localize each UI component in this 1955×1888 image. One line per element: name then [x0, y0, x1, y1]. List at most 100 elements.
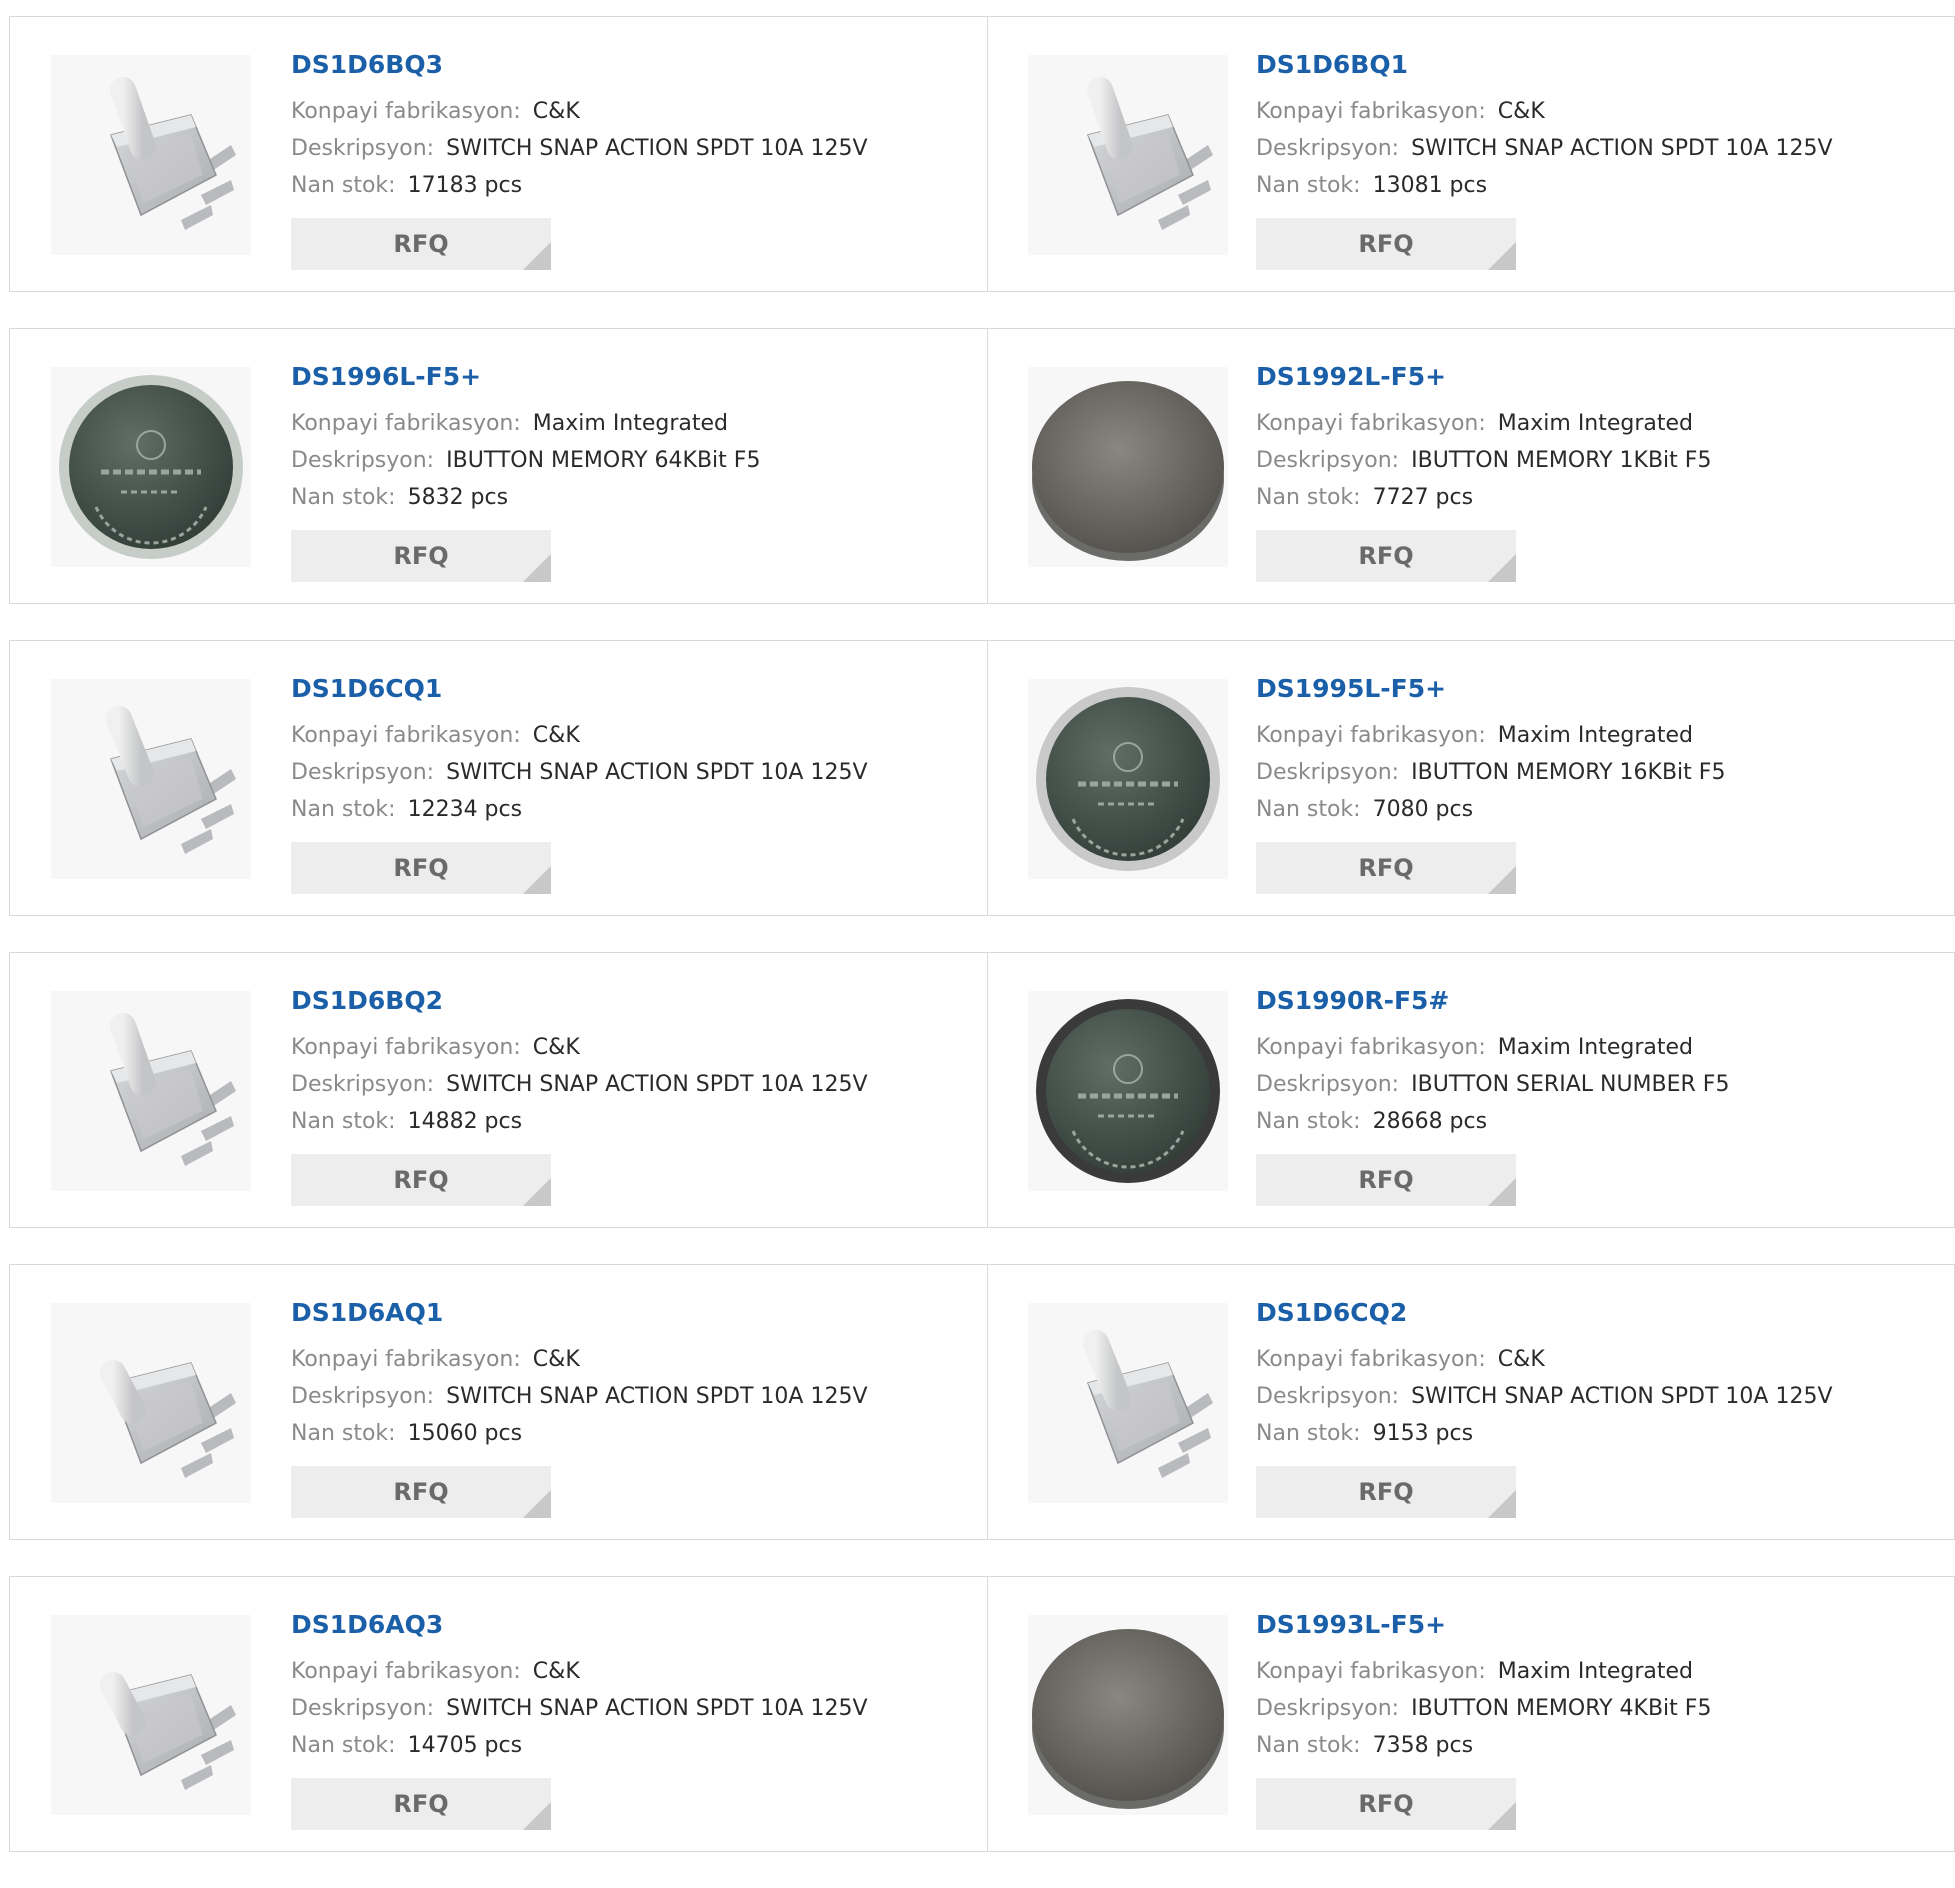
description-label: Deskripsyon:	[1256, 136, 1400, 161]
manufacturer-line: Konpayi fabrikasyon: C&K	[291, 1029, 868, 1066]
part-number-link[interactable]: DS1993L-F5+	[1256, 1607, 1711, 1643]
product-image[interactable]	[1028, 367, 1228, 567]
description-value: SWITCH SNAP ACTION SPDT 10A 125V	[446, 136, 868, 161]
stock-value: 14882 pcs	[407, 1109, 523, 1134]
stock-line: Nan stok: 15060 pcs	[291, 1415, 868, 1452]
manufacturer-value: C&K	[532, 1035, 580, 1060]
product-image[interactable]	[51, 679, 251, 879]
rfq-button[interactable]: RFQ	[1256, 218, 1516, 270]
stock-line: Nan stok: 13081 pcs	[1256, 167, 1833, 204]
description-label: Deskripsyon:	[291, 448, 435, 473]
rfq-label: RFQ	[1358, 542, 1414, 570]
rfq-label: RFQ	[393, 1790, 449, 1818]
manufacturer-value: C&K	[532, 1347, 580, 1372]
manufacturer-line: Konpayi fabrikasyon: Maxim Integrated	[1256, 717, 1725, 754]
manufacturer-label: Konpayi fabrikasyon:	[291, 411, 521, 436]
stock-line: Nan stok: 5832 pcs	[291, 479, 760, 516]
part-number-link[interactable]: DS1996L-F5+	[291, 359, 760, 395]
stock-value: 9153 pcs	[1372, 1421, 1474, 1446]
stock-value: 7727 pcs	[1372, 485, 1474, 510]
rfq-button[interactable]: RFQ	[1256, 1466, 1516, 1518]
product-info: DS1990R-F5# Konpayi fabrikasyon: Maxim In…	[1256, 983, 1729, 1140]
manufacturer-value: C&K	[532, 723, 580, 748]
rfq-label: RFQ	[393, 1166, 449, 1194]
part-number-link[interactable]: DS1992L-F5+	[1256, 359, 1711, 395]
rfq-button[interactable]: RFQ	[1256, 530, 1516, 582]
part-number-link[interactable]: DS1990R-F5#	[1256, 983, 1729, 1019]
description-line: Deskripsyon: SWITCH SNAP ACTION SPDT 10A …	[291, 130, 868, 167]
stock-label: Nan stok:	[291, 1109, 396, 1134]
part-number-link[interactable]: DS1D6CQ1	[291, 671, 868, 707]
manufacturer-line: Konpayi fabrikasyon: C&K	[1256, 1341, 1833, 1378]
part-number-link[interactable]: DS1D6BQ3	[291, 47, 868, 83]
product-info: DS1D6BQ1 Konpayi fabrikasyon: C&K Deskrip…	[1256, 47, 1833, 204]
product-image[interactable]	[1028, 1615, 1228, 1815]
rfq-label: RFQ	[393, 1478, 449, 1506]
product-info: DS1D6CQ1 Konpayi fabrikasyon: C&K Deskrip…	[291, 671, 868, 828]
stock-label: Nan stok:	[291, 485, 396, 510]
rfq-button[interactable]: RFQ	[1256, 1154, 1516, 1206]
description-label: Deskripsyon:	[1256, 760, 1400, 785]
manufacturer-value: Maxim Integrated	[1497, 723, 1694, 748]
rfq-button[interactable]: RFQ	[291, 1778, 551, 1830]
part-number-link[interactable]: DS1D6AQ3	[291, 1607, 868, 1643]
product-row: DS1D6AQ3 Konpayi fabrikasyon: C&K Deskrip…	[9, 1576, 1955, 1852]
product-image[interactable]	[51, 1303, 251, 1503]
manufacturer-value: C&K	[1497, 1347, 1545, 1372]
corner-triangle-icon	[1488, 1490, 1516, 1518]
stock-line: Nan stok: 14882 pcs	[291, 1103, 868, 1140]
description-value: SWITCH SNAP ACTION SPDT 10A 125V	[1411, 136, 1833, 161]
part-number-link[interactable]: DS1995L-F5+	[1256, 671, 1725, 707]
product-card: DS1996L-F5+ Konpayi fabrikasyon: Maxim In…	[9, 328, 988, 604]
rfq-button[interactable]: RFQ	[291, 1154, 551, 1206]
description-value: SWITCH SNAP ACTION SPDT 10A 125V	[1411, 1384, 1833, 1409]
product-row: DS1D6BQ3 Konpayi fabrikasyon: C&K Deskrip…	[9, 16, 1955, 292]
rfq-button[interactable]: RFQ	[1256, 1778, 1516, 1830]
corner-triangle-icon	[1488, 1178, 1516, 1206]
rfq-button[interactable]: RFQ	[291, 842, 551, 894]
description-line: Deskripsyon: SWITCH SNAP ACTION SPDT 10A …	[291, 1690, 868, 1727]
part-number-link[interactable]: DS1D6BQ1	[1256, 47, 1833, 83]
product-image[interactable]	[51, 1615, 251, 1815]
manufacturer-label: Konpayi fabrikasyon:	[291, 723, 521, 748]
manufacturer-line: Konpayi fabrikasyon: Maxim Integrated	[291, 405, 760, 442]
stock-label: Nan stok:	[1256, 1421, 1361, 1446]
rfq-label: RFQ	[1358, 854, 1414, 882]
product-card: DS1D6BQ3 Konpayi fabrikasyon: C&K Deskrip…	[9, 16, 988, 292]
description-line: Deskripsyon: IBUTTON MEMORY 4KBit F5	[1256, 1690, 1711, 1727]
product-image[interactable]	[51, 991, 251, 1191]
description-line: Deskripsyon: IBUTTON MEMORY 16KBit F5	[1256, 754, 1725, 791]
stock-label: Nan stok:	[291, 1421, 396, 1446]
stock-label: Nan stok:	[1256, 797, 1361, 822]
part-number-link[interactable]: DS1D6AQ1	[291, 1295, 868, 1331]
description-line: Deskripsyon: SWITCH SNAP ACTION SPDT 10A …	[1256, 130, 1833, 167]
corner-triangle-icon	[523, 242, 551, 270]
manufacturer-label: Konpayi fabrikasyon:	[291, 1347, 521, 1372]
description-label: Deskripsyon:	[1256, 1696, 1400, 1721]
part-number-link[interactable]: DS1D6BQ2	[291, 983, 868, 1019]
manufacturer-label: Konpayi fabrikasyon:	[1256, 1347, 1486, 1372]
manufacturer-value: Maxim Integrated	[1497, 1035, 1694, 1060]
product-image[interactable]	[51, 55, 251, 255]
part-number-link[interactable]: DS1D6CQ2	[1256, 1295, 1833, 1331]
product-row: DS1D6BQ2 Konpayi fabrikasyon: C&K Deskrip…	[9, 952, 1955, 1228]
description-label: Deskripsyon:	[291, 1072, 435, 1097]
rfq-button[interactable]: RFQ	[1256, 842, 1516, 894]
product-image[interactable]	[1028, 1303, 1228, 1503]
manufacturer-value: C&K	[532, 1659, 580, 1684]
rfq-button[interactable]: RFQ	[291, 1466, 551, 1518]
product-image[interactable]	[51, 367, 251, 567]
product-image[interactable]	[1028, 679, 1228, 879]
manufacturer-line: Konpayi fabrikasyon: C&K	[291, 93, 868, 130]
rfq-button[interactable]: RFQ	[291, 530, 551, 582]
stock-label: Nan stok:	[291, 173, 396, 198]
stock-value: 7358 pcs	[1372, 1733, 1474, 1758]
rfq-button[interactable]: RFQ	[291, 218, 551, 270]
product-image[interactable]	[1028, 991, 1228, 1191]
product-image[interactable]	[1028, 55, 1228, 255]
product-info: DS1D6AQ1 Konpayi fabrikasyon: C&K Deskrip…	[291, 1295, 868, 1452]
manufacturer-label: Konpayi fabrikasyon:	[291, 1659, 521, 1684]
stock-line: Nan stok: 17183 pcs	[291, 167, 868, 204]
product-info: DS1D6BQ3 Konpayi fabrikasyon: C&K Deskrip…	[291, 47, 868, 204]
description-line: Deskripsyon: IBUTTON SERIAL NUMBER F5	[1256, 1066, 1729, 1103]
